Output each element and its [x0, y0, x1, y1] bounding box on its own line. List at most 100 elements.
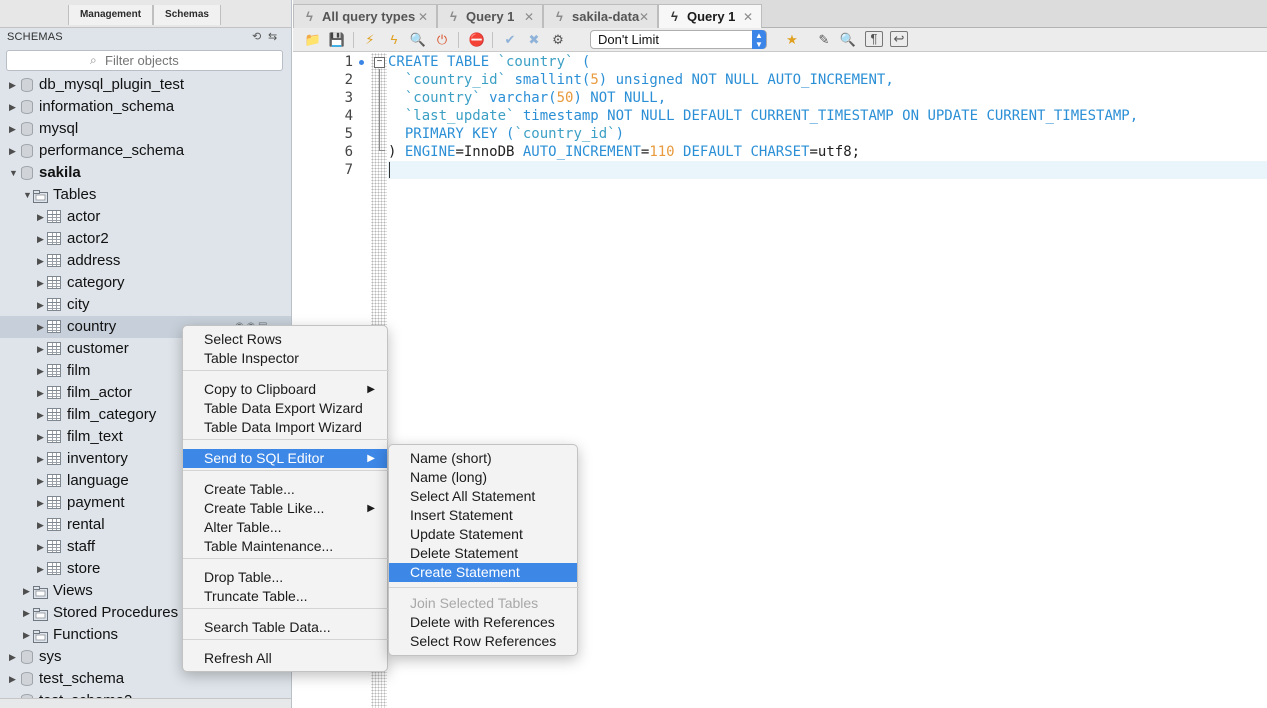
disclosure-closed-icon[interactable]: ▶: [23, 624, 30, 646]
table-city[interactable]: ▶ city: [0, 294, 291, 316]
disclosure-closed-icon[interactable]: ▶: [37, 294, 44, 316]
fold-toggle-icon[interactable]: −: [374, 57, 385, 68]
disclosure-closed-icon[interactable]: ▶: [37, 338, 44, 360]
disclosure-closed-icon[interactable]: ▶: [9, 118, 16, 140]
menu-item-search-table-data[interactable]: Search Table Data...: [183, 618, 387, 637]
word-wrap-icon[interactable]: ↩: [890, 31, 908, 47]
menu-item-table-inspector[interactable]: Table Inspector: [183, 349, 387, 368]
menu-item-table-maintenance[interactable]: Table Maintenance...: [183, 537, 387, 556]
filter-objects-input[interactable]: [105, 52, 275, 69]
disclosure-closed-icon[interactable]: ▶: [9, 74, 16, 96]
rollback-icon[interactable]: ✖: [525, 31, 543, 49]
find-icon[interactable]: 🔍: [839, 31, 857, 49]
add-snippet-icon[interactable]: ★: [783, 31, 801, 49]
table-icon: [47, 210, 61, 223]
close-tab-icon[interactable]: ✕: [743, 5, 753, 29]
menu-item-copy-to-clipboard[interactable]: Copy to Clipboard ▶: [183, 380, 387, 399]
submenu-item-insert-statement[interactable]: Insert Statement: [389, 506, 577, 525]
schema-performance-schema[interactable]: ▶ performance_schema: [0, 140, 291, 162]
menu-item-refresh-all[interactable]: Refresh All: [183, 649, 387, 668]
execute-current-icon[interactable]: ϟ: [385, 31, 403, 49]
schema-mysql[interactable]: ▶ mysql: [0, 118, 291, 140]
disclosure-closed-icon[interactable]: ▶: [37, 206, 44, 228]
disclosure-closed-icon[interactable]: ▶: [37, 360, 44, 382]
disclosure-closed-icon[interactable]: ▶: [37, 514, 44, 536]
disclosure-closed-icon[interactable]: ▶: [23, 580, 30, 602]
submenu-item-select-row-references[interactable]: Select Row References: [389, 632, 577, 651]
menu-item-drop-table[interactable]: Drop Table...: [183, 568, 387, 587]
submenu-item-name-long[interactable]: Name (long): [389, 468, 577, 487]
schema-sakila[interactable]: ▼ sakila: [0, 162, 291, 184]
schema-information-schema[interactable]: ▶ information_schema: [0, 96, 291, 118]
close-tab-icon[interactable]: ✕: [524, 5, 534, 29]
execute-icon[interactable]: ⚡: [361, 31, 379, 49]
disclosure-closed-icon[interactable]: ▶: [37, 404, 44, 426]
query-tab-2[interactable]: ϟ Query 1 ✕: [437, 4, 543, 28]
menu-separator: [183, 470, 389, 471]
code-token: 5: [590, 72, 599, 88]
schema-db-mysql-plugin-test[interactable]: ▶ db_mysql_plugin_test: [0, 74, 291, 96]
disclosure-closed-icon[interactable]: ▶: [9, 96, 16, 118]
disclosure-closed-icon[interactable]: ▶: [9, 646, 16, 668]
table-icon: [47, 298, 61, 311]
stop-icon[interactable]: ⏻: [433, 31, 451, 49]
close-tab-icon[interactable]: ✕: [639, 5, 649, 29]
menu-item-truncate-table[interactable]: Truncate Table...: [183, 587, 387, 606]
disclosure-closed-icon[interactable]: ▶: [37, 492, 44, 514]
menu-item-select-rows[interactable]: Select Rows: [183, 330, 387, 349]
save-icon[interactable]: 💾: [328, 31, 346, 49]
table-actor[interactable]: ▶ actor: [0, 206, 291, 228]
menu-item-label: Search Table Data...: [204, 619, 331, 635]
disclosure-closed-icon[interactable]: ▶: [37, 316, 44, 338]
disclosure-closed-icon[interactable]: ▶: [37, 470, 44, 492]
disclosure-closed-icon[interactable]: ▶: [37, 382, 44, 404]
sidebar-horizontal-scrollbar[interactable]: [0, 698, 291, 708]
collapse-schemas-icon[interactable]: ⇆: [268, 30, 277, 43]
toggle-error-icon[interactable]: ⛔: [468, 31, 486, 49]
disclosure-closed-icon[interactable]: ▶: [37, 228, 44, 250]
refresh-schemas-icon[interactable]: ⟲: [252, 30, 261, 43]
tab-schemas[interactable]: Schemas: [153, 5, 221, 25]
disclosure-closed-icon[interactable]: ▶: [9, 668, 16, 690]
code-token: smallint(: [506, 72, 591, 88]
disclosure-open-icon[interactable]: ▼: [9, 162, 18, 184]
disclosure-closed-icon[interactable]: ▶: [37, 272, 44, 294]
open-file-icon[interactable]: 📁: [304, 31, 322, 49]
menu-item-table-data-import-wizard[interactable]: Table Data Import Wizard: [183, 418, 387, 437]
disclosure-closed-icon[interactable]: ▶: [37, 426, 44, 448]
autocommit-icon[interactable]: ⚙: [549, 31, 567, 49]
disclosure-closed-icon[interactable]: ▶: [23, 602, 30, 624]
disclosure-closed-icon[interactable]: ▶: [37, 536, 44, 558]
menu-item-table-data-export-wizard[interactable]: Table Data Export Wizard: [183, 399, 387, 418]
table-address[interactable]: ▶ address: [0, 250, 291, 272]
invisible-chars-icon[interactable]: ¶: [865, 31, 883, 47]
query-tab-1[interactable]: ϟ All query types ✕: [293, 4, 437, 28]
table-category[interactable]: ▶ category: [0, 272, 291, 294]
close-tab-icon[interactable]: ✕: [418, 5, 428, 29]
explain-icon[interactable]: 🔍: [409, 31, 427, 49]
query-tab-4[interactable]: ϟ Query 1 ✕: [658, 4, 762, 28]
menu-item-alter-table[interactable]: Alter Table...: [183, 518, 387, 537]
tab-management[interactable]: Management: [68, 5, 153, 25]
menu-item-send-to-sql-editor[interactable]: Send to SQL Editor ▶: [183, 449, 387, 468]
submenu-item-update-statement[interactable]: Update Statement: [389, 525, 577, 544]
menu-item-label: Table Inspector: [204, 350, 299, 366]
disclosure-open-icon[interactable]: ▼: [23, 184, 32, 206]
submenu-item-delete-with-references[interactable]: Delete with References: [389, 613, 577, 632]
beautify-icon[interactable]: ✎: [815, 31, 833, 49]
table-actor2[interactable]: ▶ actor2: [0, 228, 291, 250]
menu-item-create-table-like[interactable]: Create Table Like... ▶: [183, 499, 387, 518]
disclosure-closed-icon[interactable]: ▶: [37, 448, 44, 470]
submenu-item-name-short[interactable]: Name (short): [389, 449, 577, 468]
disclosure-closed-icon[interactable]: ▶: [37, 250, 44, 272]
query-tab-3[interactable]: ϟ sakila-data ✕: [543, 4, 658, 28]
submenu-item-delete-statement[interactable]: Delete Statement: [389, 544, 577, 563]
limit-rows-select[interactable]: Don't Limit ▲ ▼: [590, 30, 767, 49]
submenu-item-create-statement[interactable]: Create Statement: [389, 563, 577, 582]
menu-item-create-table[interactable]: Create Table...: [183, 480, 387, 499]
disclosure-closed-icon[interactable]: ▶: [9, 140, 16, 162]
disclosure-closed-icon[interactable]: ▶: [37, 558, 44, 580]
submenu-item-select-all-statement[interactable]: Select All Statement: [389, 487, 577, 506]
commit-icon[interactable]: ✔: [501, 31, 519, 49]
tables-folder[interactable]: ▼ Tables: [0, 184, 291, 206]
